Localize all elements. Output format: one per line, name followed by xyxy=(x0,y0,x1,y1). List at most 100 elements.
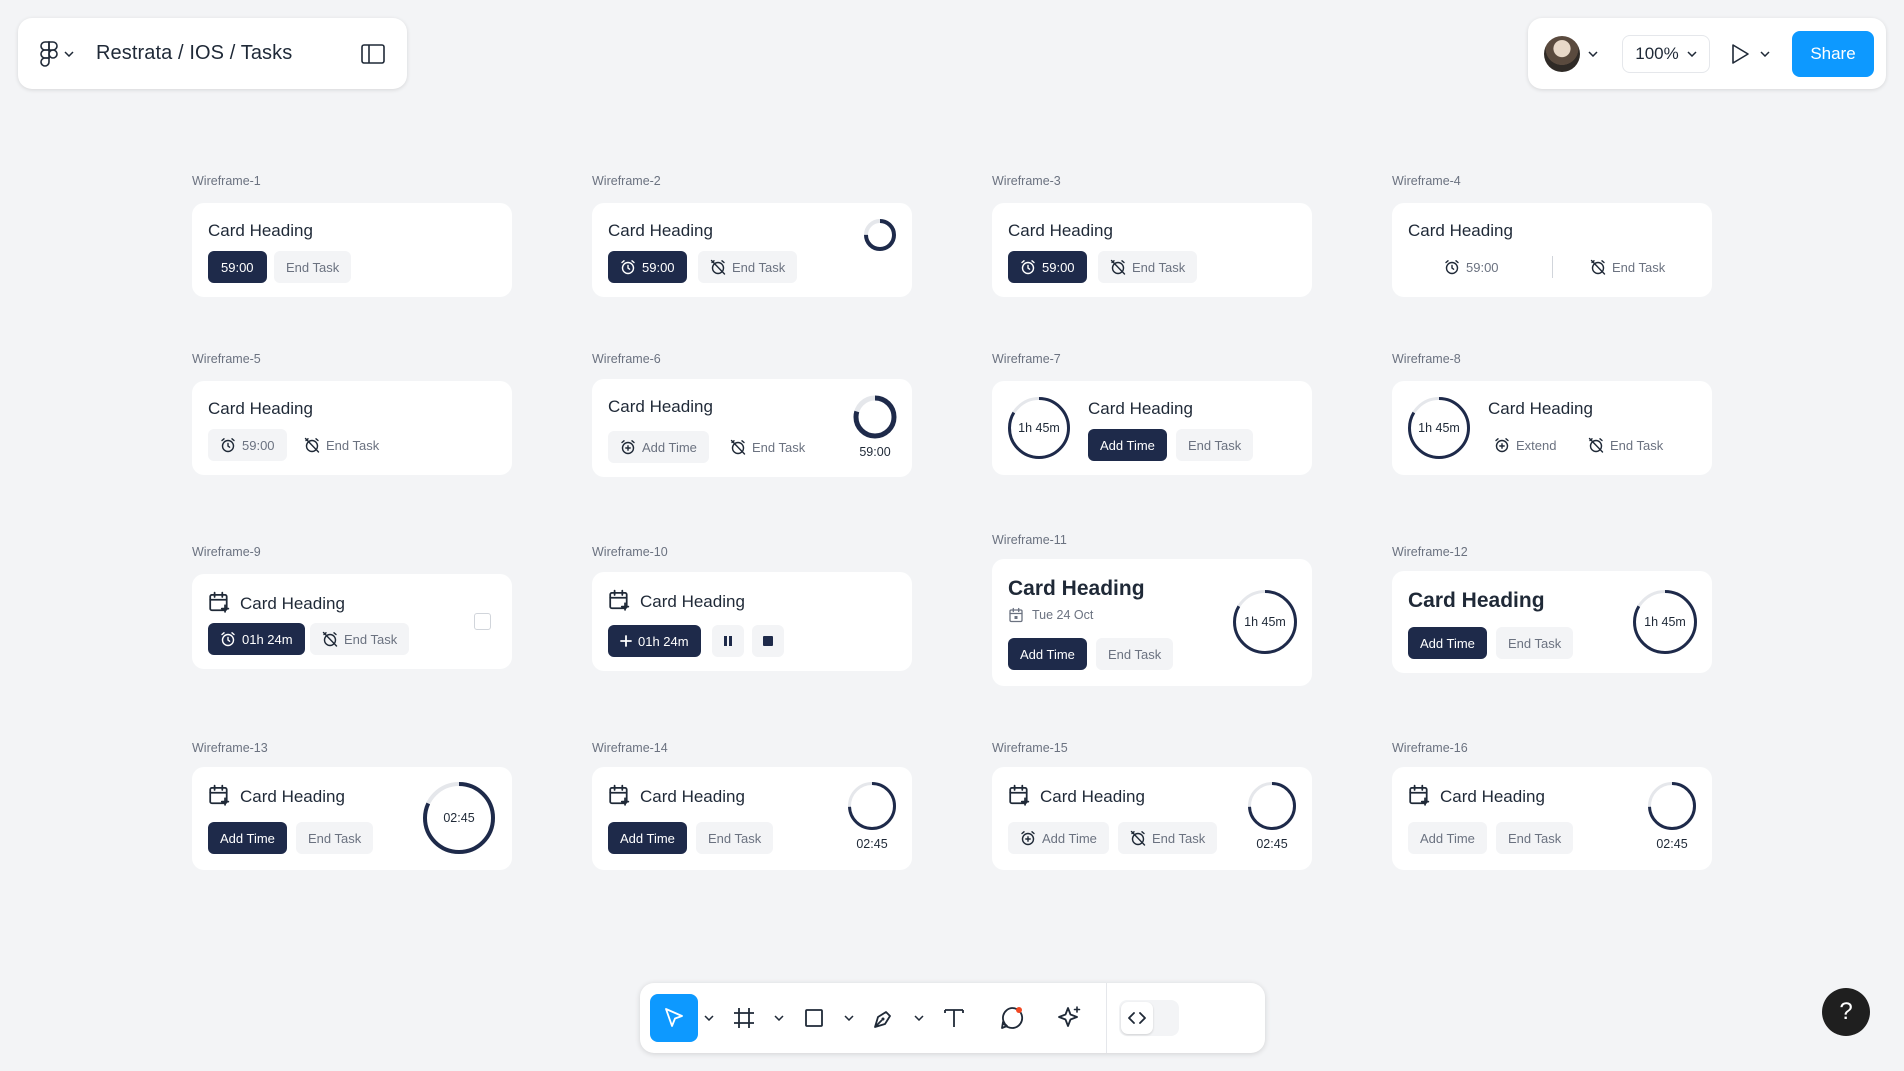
end-task-button[interactable]: End Task xyxy=(1496,627,1574,659)
end-task-button[interactable]: End Task xyxy=(292,429,391,461)
end-task-button[interactable]: End Task xyxy=(698,251,798,283)
timer-button[interactable]: 59:00 xyxy=(208,251,267,283)
task-card[interactable]: Card Heading 01h 24m End Task xyxy=(192,574,512,669)
add-time-button[interactable]: Add Time xyxy=(1088,429,1167,461)
move-tool-dropdown[interactable] xyxy=(698,994,720,1042)
timer-label: 01h 24m xyxy=(242,631,293,647)
task-card[interactable]: Card Heading Add Time End Task 59:00 xyxy=(592,379,912,477)
add-time-button[interactable]: Add Time xyxy=(608,822,687,854)
task-checkbox[interactable] xyxy=(474,613,491,630)
toolbar-divider xyxy=(1106,983,1107,1053)
task-card[interactable]: Card Heading 01h 24m xyxy=(592,572,912,671)
play-icon xyxy=(1732,43,1749,64)
end-task-button[interactable]: End Task xyxy=(1096,638,1174,670)
end-task-button[interactable]: End Task xyxy=(274,251,352,283)
timer-button[interactable]: 59:00 xyxy=(608,251,687,283)
breadcrumb[interactable]: Restrata / IOS / Tasks xyxy=(96,42,292,65)
end-task-button[interactable]: End Task xyxy=(1098,251,1198,283)
frame-tool-dropdown[interactable] xyxy=(768,994,790,1042)
timer-label: 59:00 xyxy=(642,259,675,275)
end-task-button[interactable]: End Task xyxy=(718,431,817,463)
sidebar-toggle-button[interactable] xyxy=(361,43,385,64)
end-task-button[interactable]: End Task xyxy=(1496,822,1574,854)
wireframe-label: Wireframe-4 xyxy=(1392,174,1461,188)
shape-tool-button[interactable] xyxy=(790,994,838,1042)
add-time-label: Add Time xyxy=(1420,635,1475,651)
help-button[interactable]: ? xyxy=(1822,988,1870,1036)
collaborator-menu[interactable] xyxy=(1544,35,1598,72)
add-time-button[interactable]: Add Time xyxy=(1408,627,1487,659)
share-button[interactable]: Share xyxy=(1792,30,1874,77)
timer-button[interactable]: 59:00 xyxy=(1432,251,1511,283)
task-card[interactable]: 1h 45m Card Heading Add Time End Task xyxy=(992,381,1312,475)
tools-toolbar xyxy=(640,983,1265,1053)
add-time-button[interactable]: Add Time xyxy=(1008,822,1109,854)
end-task-label: End Task xyxy=(1152,830,1206,846)
task-card[interactable]: Card Heading Add Time End Task 02:45 xyxy=(1392,767,1712,870)
end-task-label: End Task xyxy=(1508,830,1562,846)
timer-button[interactable]: 59:00 xyxy=(1008,251,1087,283)
task-card[interactable]: Card Heading Add Time End Task 02:45 xyxy=(592,767,912,870)
actions-tool-button[interactable] xyxy=(1046,994,1094,1042)
shape-tool-dropdown[interactable] xyxy=(838,994,860,1042)
add-time-label: Add Time xyxy=(620,830,675,846)
text-tool-button[interactable] xyxy=(930,994,978,1042)
task-card[interactable]: Card Heading 59:00 End Task xyxy=(192,203,512,297)
add-time-button[interactable]: Add Time xyxy=(208,822,287,854)
end-task-label: End Task xyxy=(708,830,762,846)
end-task-button[interactable]: End Task xyxy=(1118,822,1218,854)
task-card[interactable]: 1h 45m Card Heading Extend End Task xyxy=(1392,381,1712,475)
avatar[interactable] xyxy=(1544,35,1580,72)
add-time-button[interactable]: Add Time xyxy=(1408,822,1487,854)
task-card[interactable]: Card Heading Add Time End Task 02:45 xyxy=(192,767,512,870)
alarm-plus-icon xyxy=(1020,830,1036,846)
present-button[interactable] xyxy=(1730,43,1770,65)
task-card[interactable]: Card Heading 59:00 End Task xyxy=(1392,203,1712,297)
end-task-button[interactable]: End Task xyxy=(696,822,774,854)
timer-button[interactable]: 59:00 xyxy=(208,429,287,461)
chevron-down-icon xyxy=(1687,50,1697,57)
progress-ring xyxy=(1648,782,1696,830)
share-panel: 100% Share xyxy=(1528,18,1886,89)
end-task-label: End Task xyxy=(308,830,362,846)
chevron-down-icon xyxy=(844,1015,854,1021)
timer-label: 59:00 xyxy=(221,259,254,275)
task-card[interactable]: Card Heading 59:00 End Task xyxy=(592,203,912,297)
alarm-off-icon xyxy=(1588,437,1604,453)
sidebar-icon xyxy=(361,43,385,64)
add-time-button[interactable]: Add Time xyxy=(1008,638,1087,670)
move-tool-button[interactable] xyxy=(650,994,698,1042)
comment-tool-button[interactable] xyxy=(988,994,1036,1042)
alarm-off-icon xyxy=(322,631,338,647)
wireframe-label: Wireframe-1 xyxy=(192,174,261,188)
extend-button[interactable]: Extend xyxy=(1482,429,1568,461)
stop-button[interactable] xyxy=(752,625,784,657)
card-heading: Card Heading xyxy=(1488,399,1593,418)
dev-mode-toggle[interactable] xyxy=(1119,1000,1179,1036)
task-card[interactable]: Card Heading Tue 24 Oct Add Time End Tas… xyxy=(992,559,1312,686)
zoom-dropdown[interactable]: 100% xyxy=(1622,34,1710,73)
add-time-label: Add Time xyxy=(642,439,697,455)
end-task-button[interactable]: End Task xyxy=(1176,429,1254,461)
end-task-button[interactable]: End Task xyxy=(1578,251,1677,283)
pen-tool-dropdown[interactable] xyxy=(908,994,930,1042)
file-panel: Restrata / IOS / Tasks xyxy=(18,18,407,89)
pen-tool-button[interactable] xyxy=(860,994,908,1042)
add-timer-button[interactable]: 01h 24m xyxy=(608,625,701,657)
alarm-off-icon xyxy=(730,439,746,455)
add-time-label: Add Time xyxy=(1042,830,1097,846)
card-heading: Card Heading xyxy=(640,787,745,806)
pause-button[interactable] xyxy=(712,625,744,657)
task-card[interactable]: Card Heading 59:00 End Task xyxy=(192,381,512,475)
task-card[interactable]: Card Heading Add Time End Task 02:45 xyxy=(992,767,1312,870)
timer-button[interactable]: 01h 24m xyxy=(208,623,305,655)
main-menu-button[interactable] xyxy=(40,40,74,67)
end-task-button[interactable]: End Task xyxy=(310,623,410,655)
frame-tool-button[interactable] xyxy=(720,994,768,1042)
end-task-button[interactable]: End Task xyxy=(1576,429,1675,461)
add-time-button[interactable]: Add Time xyxy=(608,431,709,463)
task-card[interactable]: Card Heading 59:00 End Task xyxy=(992,203,1312,297)
task-card[interactable]: Card Heading Add Time End Task 1h 45m xyxy=(1392,571,1712,673)
end-task-label: End Task xyxy=(1188,437,1242,453)
end-task-button[interactable]: End Task xyxy=(296,822,374,854)
